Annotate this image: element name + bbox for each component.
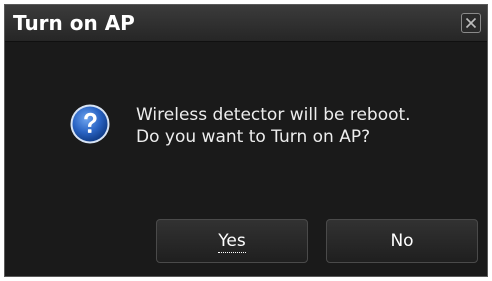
dialog-message: Wireless detector will be reboot. Do you… (136, 104, 411, 148)
no-button[interactable]: No (326, 219, 478, 263)
yes-button-label: Yes (218, 231, 246, 253)
yes-button[interactable]: Yes (156, 219, 308, 263)
close-icon (465, 17, 477, 29)
close-button[interactable] (461, 13, 481, 33)
dialog-title: Turn on AP (13, 11, 135, 35)
turn-on-ap-dialog: Turn on AP Wireless detector will be reb… (4, 4, 488, 277)
dialog-content: Wireless detector will be reboot. Do you… (5, 42, 487, 276)
message-line-1: Wireless detector will be reboot. (136, 105, 411, 125)
question-icon (70, 104, 110, 144)
dialog-titlebar: Turn on AP (5, 5, 487, 42)
message-line-2: Do you want to Turn on AP? (136, 127, 371, 147)
no-button-label: No (390, 231, 414, 251)
